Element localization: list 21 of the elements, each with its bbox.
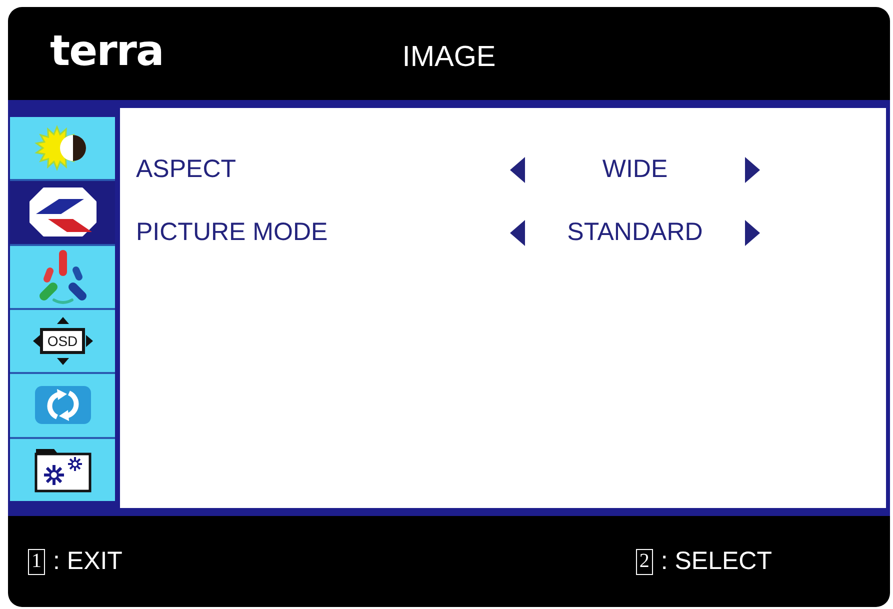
four-way-arrows-icon [32, 317, 92, 366]
osd-label: OSD [40, 328, 85, 354]
sidebar-item[interactable] [10, 179, 115, 244]
right-arrow-icon [745, 220, 760, 246]
right-arrow-icon [745, 156, 760, 182]
brand-logo: terra [50, 26, 164, 75]
left-arrow-icon [510, 156, 525, 182]
hint-label: : EXIT [53, 547, 122, 576]
key-indicator: 2 [636, 548, 653, 574]
parallelograms-tile-icon [28, 187, 96, 238]
setting-value: STANDARD [566, 218, 704, 247]
setting-label: ASPECT [136, 155, 238, 184]
sidebar-item[interactable]: OSD [10, 308, 115, 372]
left-arrow-icon [510, 220, 525, 246]
folder-gears-icon [34, 446, 92, 493]
setting-label: PICTURE MODE [136, 218, 329, 247]
hint-label: : SELECT [660, 547, 772, 576]
key-indicator: 1 [28, 548, 45, 574]
setting-value: WIDE [601, 155, 669, 184]
refresh-arrows-icon [34, 386, 90, 424]
menu-title: IMAGE [402, 41, 496, 74]
